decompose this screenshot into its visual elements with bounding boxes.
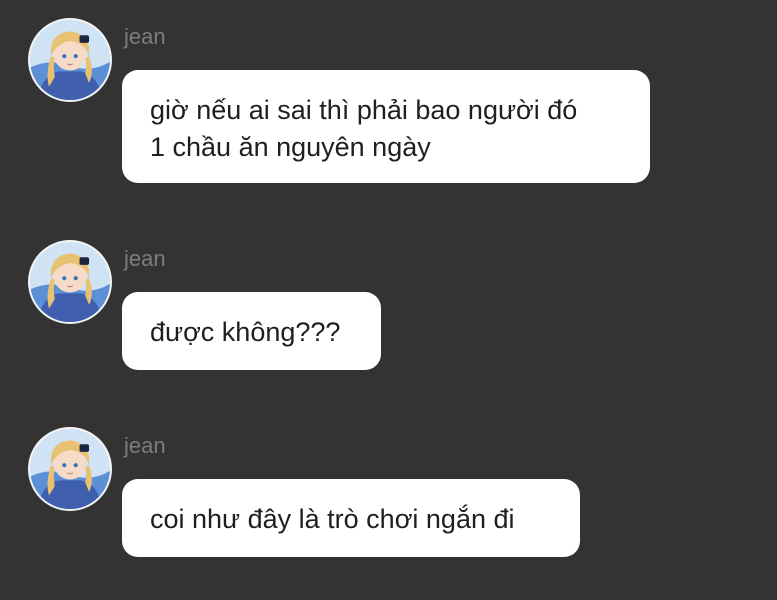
message-text: giờ nếu ai sai thì phải bao người đó 1 c…	[150, 95, 578, 162]
chat-message: jean giờ nếu ai sai thì phải bao người đ…	[0, 18, 777, 188]
avatar[interactable]	[28, 427, 112, 511]
message-bubble[interactable]: được không???	[122, 292, 381, 370]
message-text: được không???	[150, 317, 341, 347]
avatar[interactable]	[28, 240, 112, 324]
sender-name: jean	[124, 246, 166, 271]
anime-character-avatar-icon	[30, 20, 110, 100]
chat-message: jean được không???	[0, 240, 777, 375]
chat-log: jean giờ nếu ai sai thì phải bao người đ…	[0, 0, 777, 600]
anime-character-avatar-icon	[30, 429, 110, 509]
sender-name: jean	[124, 433, 166, 458]
avatar[interactable]	[28, 18, 112, 102]
message-bubble[interactable]: giờ nếu ai sai thì phải bao người đó 1 c…	[122, 70, 650, 183]
anime-character-avatar-icon	[30, 242, 110, 322]
chat-message: jean coi như đây là trò chơi ngắn đi	[0, 427, 777, 562]
message-text: coi như đây là trò chơi ngắn đi	[150, 504, 515, 534]
sender-name: jean	[124, 24, 166, 49]
message-bubble[interactable]: coi như đây là trò chơi ngắn đi	[122, 479, 580, 557]
